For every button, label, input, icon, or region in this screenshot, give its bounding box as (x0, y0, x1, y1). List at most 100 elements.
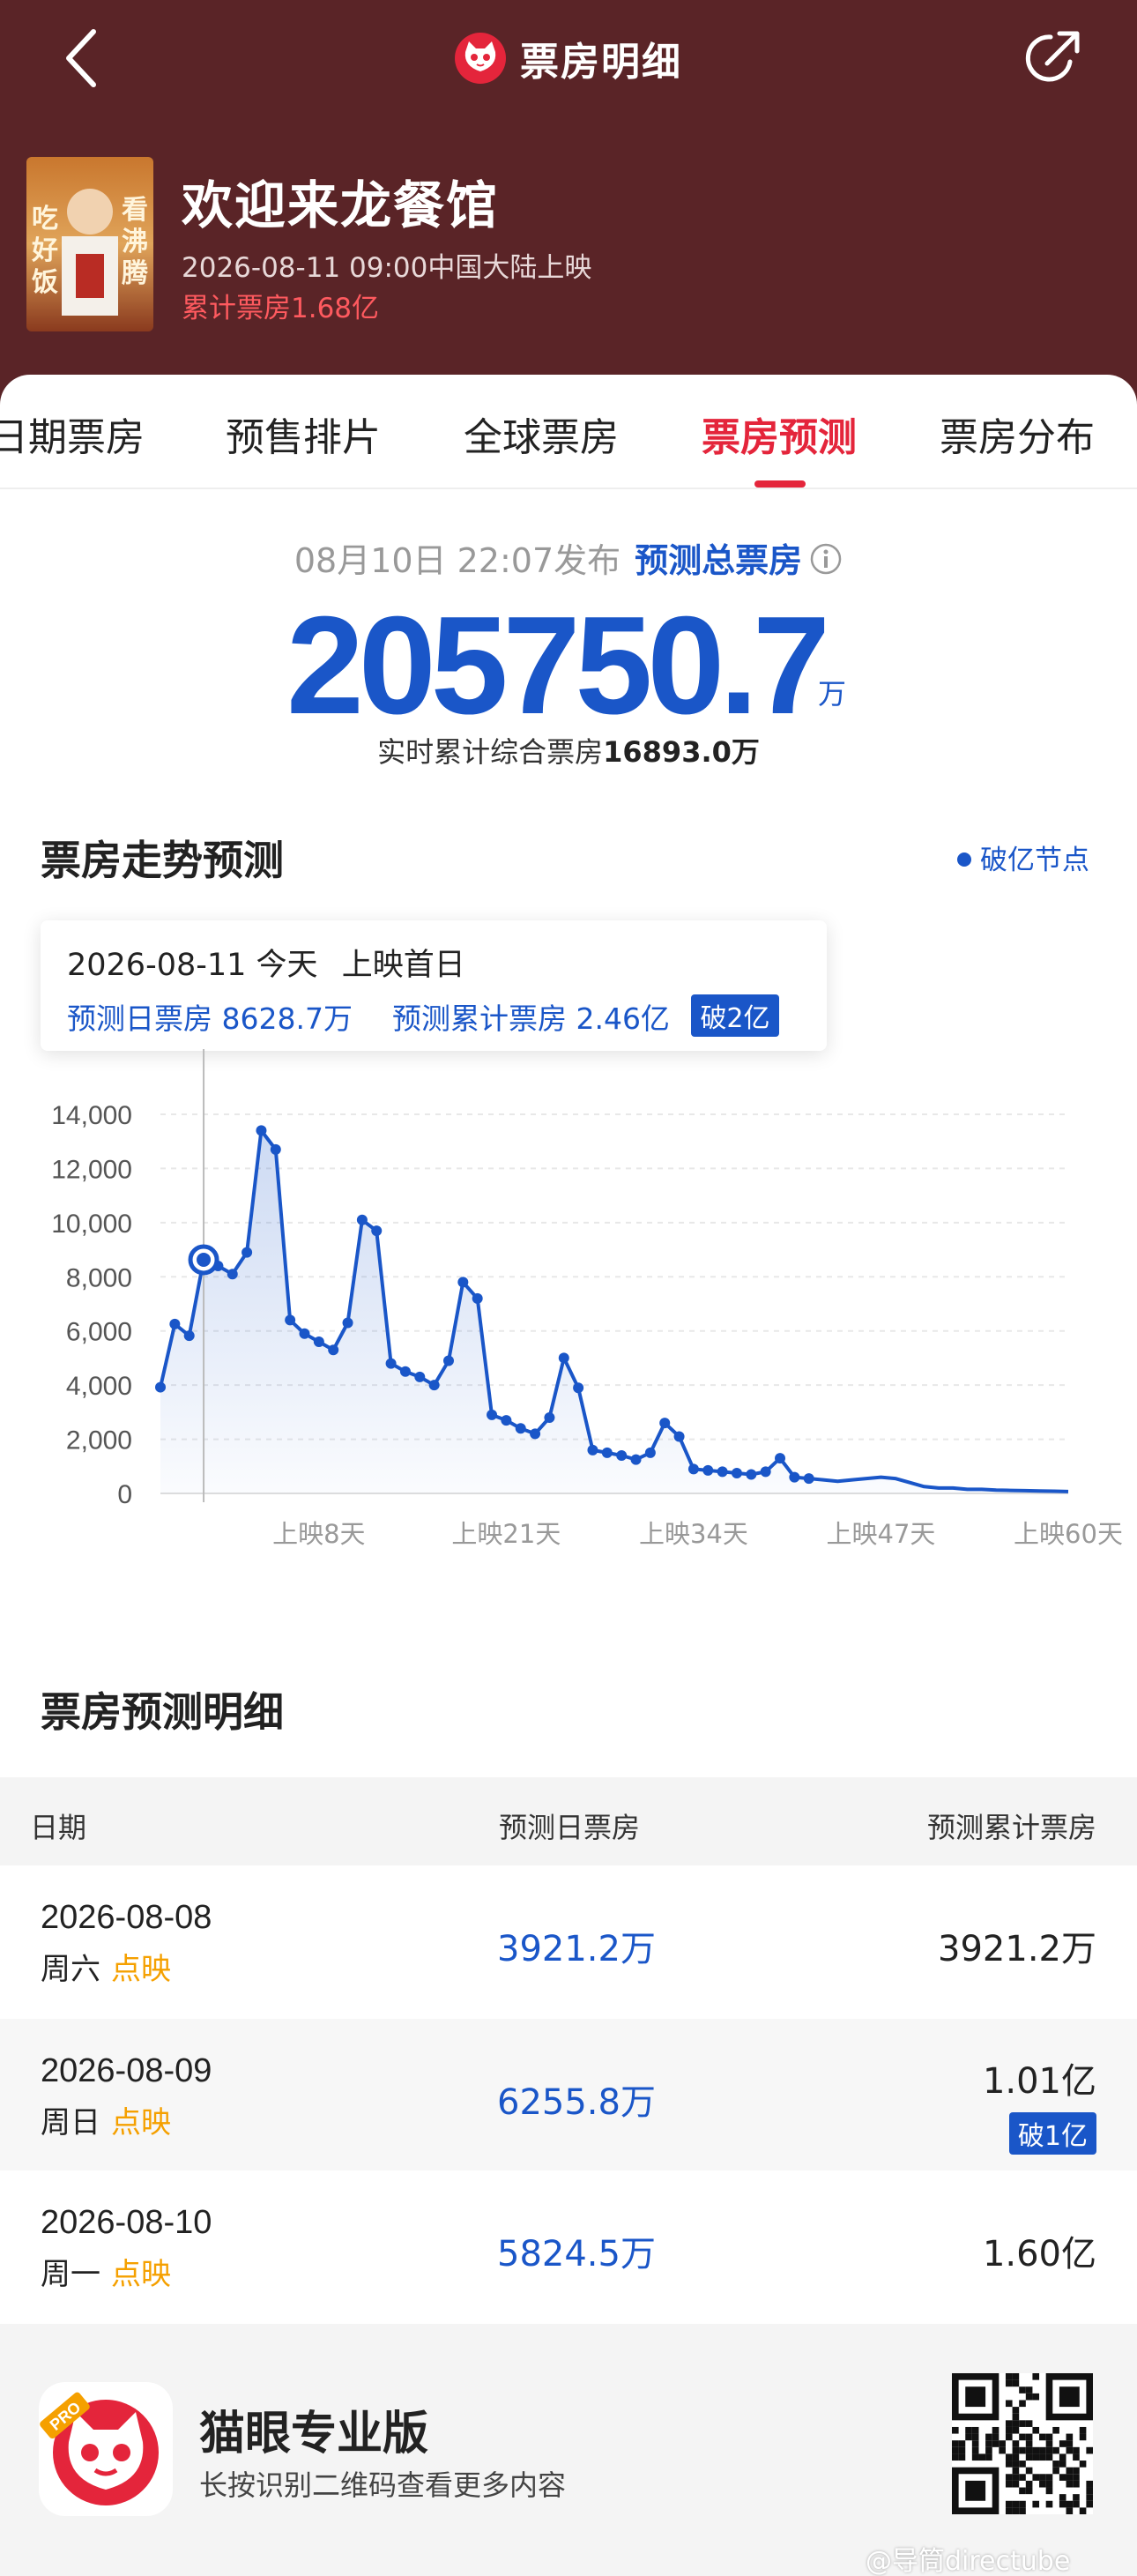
qr-module (1025, 2420, 1033, 2427)
qr-module (1025, 2480, 1033, 2488)
table-row[interactable]: 2026-08-10 周一 点映 5824.5万 1.60亿 (0, 2170, 1137, 2322)
chart-tooltip: 2026-08-11 今天 上映首日 预测日票房 8628.7万 预测累计票房 … (41, 920, 827, 1051)
data-point (587, 1444, 598, 1456)
data-point (775, 1453, 786, 1464)
qr-module (965, 2480, 986, 2501)
data-point (399, 1366, 411, 1377)
data-point (687, 1463, 699, 1475)
data-point (702, 1464, 714, 1476)
tab-distribution[interactable]: 票房分布 (940, 406, 1095, 462)
qr-module (1005, 2474, 1013, 2481)
table-row[interactable]: 2026-08-09 周日 点映 6255.8万 1.01亿 破1亿 (0, 2019, 1137, 2170)
release-info: 2026-08-11 09:00中国大陆上映 (182, 252, 592, 284)
data-point (515, 1423, 526, 1434)
qr-module (1086, 2500, 1093, 2508)
qr-module (952, 2446, 959, 2454)
qr-module (1019, 2386, 1026, 2394)
preview-tag: 点映 (111, 1952, 171, 1987)
qr-module (952, 2426, 959, 2434)
active-tab-indicator (754, 480, 806, 488)
tooltip-date-line: 2026-08-11 今天 上映首日 (67, 940, 465, 985)
tab-bar: 日期票房 预售排片 全球票房 票房预测 票房分布 (0, 375, 1137, 489)
tab-global[interactable]: 全球票房 (464, 406, 619, 462)
tab-daily-box-office[interactable]: 日期票房 (0, 406, 145, 462)
table-section-title: 票房预测明细 (41, 1688, 284, 1736)
movie-poster[interactable]: 吃 好 饭 看 沸 腾 (26, 157, 153, 331)
tab-presale[interactable]: 预售排片 (226, 406, 381, 462)
qr-module (1005, 2373, 1013, 2380)
data-point (183, 1330, 195, 1342)
poster-text: 腾 (122, 258, 149, 289)
data-point (601, 1447, 613, 1458)
qr-module (1012, 2379, 1020, 2387)
row-daily: 5824.5万 (497, 2234, 656, 2274)
milestone-badge: 破1亿 (1008, 2112, 1096, 2155)
qr-module (1032, 2373, 1040, 2380)
poster-text: 沸 (122, 227, 148, 257)
weekday-label: 周六 (41, 1952, 100, 1987)
data-point (256, 1125, 267, 1136)
data-point (472, 1292, 483, 1304)
data-point (385, 1358, 397, 1369)
qr-module (1019, 2507, 1026, 2514)
forecast-summary-line: 08月10日 22:07发布 预测总票房 (0, 533, 1137, 582)
legend-dot-icon (957, 852, 971, 867)
data-point (299, 1328, 310, 1339)
qr-module (1073, 2494, 1080, 2501)
qr-module (1005, 2480, 1013, 2488)
qr-module (1073, 2446, 1080, 2454)
qr-module (1066, 2467, 1074, 2475)
qr-module (1066, 2446, 1074, 2454)
qr-module (1005, 2420, 1013, 2427)
qr-module (1045, 2453, 1053, 2461)
qr-module (1066, 2507, 1074, 2514)
table-row[interactable]: 2026-08-08 周六 点映 3921.2万 3921.2万 (0, 1865, 1137, 2017)
qr-module (1059, 2386, 1080, 2408)
chart-section-title: 票房走势预测 (41, 837, 284, 884)
qr-module (1012, 2413, 1020, 2421)
qr-module (1012, 2507, 1020, 2514)
data-point (558, 1352, 569, 1364)
row-cumulative: 1.60亿 (982, 2234, 1096, 2274)
x-tick-label: 上映34天 (639, 1519, 748, 1549)
publish-time: 08月10日 22:07发布 (294, 541, 621, 580)
qr-code[interactable] (952, 2373, 1093, 2514)
qr-module (952, 2453, 959, 2461)
data-point (760, 1466, 771, 1478)
qr-module (1045, 2487, 1053, 2495)
qr-module (1032, 2446, 1040, 2454)
qr-module (1039, 2480, 1046, 2488)
qr-module (999, 2440, 1006, 2447)
tab-forecast[interactable]: 票房预测 (702, 406, 857, 462)
qr-module (1045, 2474, 1053, 2481)
qr-module (1012, 2480, 1020, 2488)
qr-module (1059, 2500, 1066, 2508)
qr-module (1059, 2461, 1066, 2468)
box-office-trend-chart[interactable]: 14,000 12,000 10,000 8,000 6,000 4,000 2,000 0 上… (0, 1049, 1137, 1578)
qr-module (1039, 2446, 1046, 2454)
qr-module (1066, 2480, 1074, 2488)
data-point (227, 1269, 238, 1280)
poster-text: 好 (31, 235, 58, 266)
qr-module (1086, 2494, 1093, 2501)
data-point (673, 1431, 685, 1442)
x-tick-label: 上映21天 (451, 1519, 561, 1549)
qr-hint: 长按识别二维码查看更多内容 (199, 2468, 567, 2502)
qr-module (1066, 2474, 1074, 2481)
y-tick-label: 4,000 (66, 1372, 132, 1401)
data-point (789, 1471, 800, 1483)
qr-module (1012, 2453, 1020, 2461)
qr-module (1019, 2433, 1026, 2441)
weekday-label: 周一 (41, 2257, 100, 2292)
data-point (487, 1409, 498, 1420)
qr-module (1045, 2446, 1053, 2454)
qr-module (1073, 2453, 1080, 2461)
qr-module (1086, 2480, 1093, 2488)
qr-module (1005, 2453, 1013, 2461)
qr-module (958, 2440, 966, 2447)
info-icon[interactable] (809, 542, 843, 576)
share-icon[interactable] (1021, 26, 1084, 90)
realtime-label: 实时累计综合票房 (377, 735, 604, 769)
data-point (501, 1415, 512, 1426)
data-point (285, 1314, 296, 1326)
